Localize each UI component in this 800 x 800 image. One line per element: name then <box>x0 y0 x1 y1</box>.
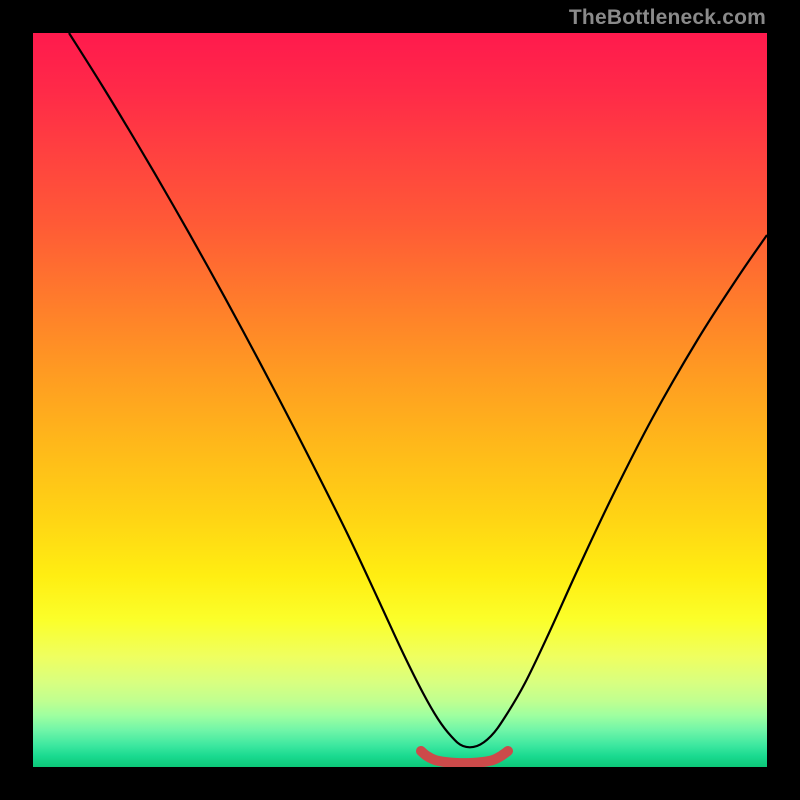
black-curve-line <box>69 33 767 747</box>
plot-area <box>33 33 767 767</box>
red-valley-marker <box>421 751 508 763</box>
chart-svg <box>33 33 767 767</box>
watermark-text: TheBottleneck.com <box>569 6 766 30</box>
chart-frame: TheBottleneck.com <box>0 0 800 800</box>
